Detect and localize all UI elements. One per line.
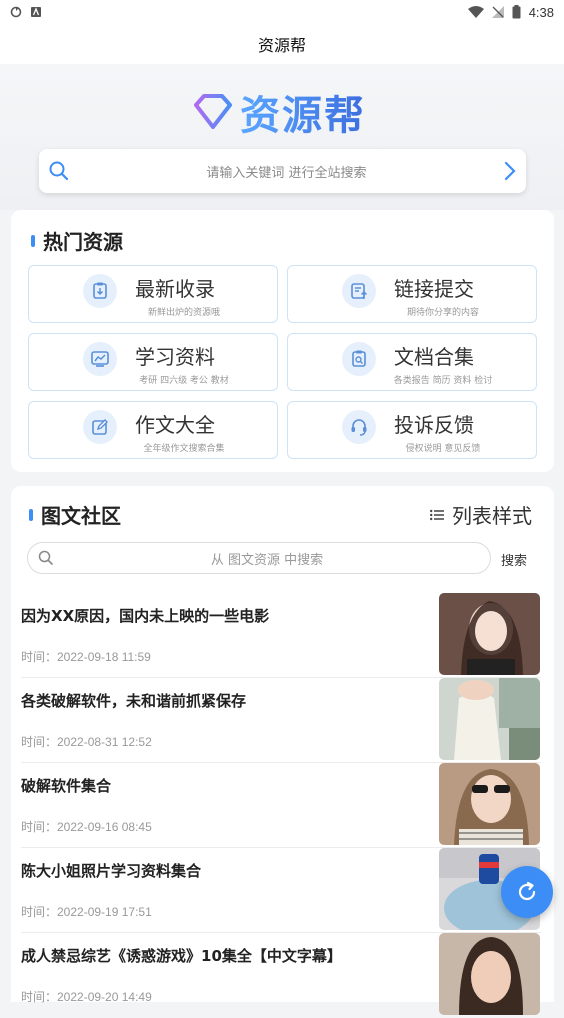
- battery-icon: [512, 5, 521, 19]
- search-input[interactable]: 请输入关键词 进行全站搜索: [69, 162, 504, 181]
- grid-item-study[interactable]: 学习资料 考研 四六级 考公 教材: [28, 333, 278, 391]
- hot-resources-card: 热门资源 最新收录 新鲜出炉的资源哦 链接提交 期待你分享的内容 学习资料 考研…: [11, 210, 554, 472]
- chart-icon: [83, 342, 117, 376]
- logo: 资源帮: [192, 88, 366, 139]
- post-thumbnail: [439, 593, 540, 675]
- refresh-button[interactable]: [501, 866, 553, 918]
- section-title: 热门资源: [43, 230, 123, 254]
- post-title: 陈大小姐照片学习资料集合: [21, 862, 202, 880]
- grid-item-title: 投诉反馈: [394, 413, 474, 437]
- edit-icon: [83, 410, 117, 444]
- post-thumbnail: [439, 763, 540, 845]
- grid-item-subtitle: 考研 四六级 考公 教材: [139, 376, 229, 386]
- post-time: 时间：2022-08-31 12:52: [21, 735, 152, 749]
- grid-item-subtitle: 期待你分享的内容: [406, 308, 479, 318]
- app-bar: 资源帮: [0, 24, 564, 64]
- logo-text: 资源帮: [240, 83, 366, 141]
- grid-item-subtitle: 各类报告 简历 资料 检讨: [393, 376, 493, 386]
- download-doc-icon: [83, 274, 117, 308]
- post-thumbnail: [439, 933, 540, 1015]
- community-card: 图文社区 列表样式 从 图文资源 中搜索 搜索 因为XX原因，国内未上映的一些电…: [11, 486, 554, 1015]
- section-title: 图文社区: [41, 504, 121, 528]
- grid-item-subtitle: 全年级作文搜索合集: [143, 444, 225, 454]
- clock: 4:38: [528, 4, 554, 20]
- grid-item-title: 作文大全: [135, 413, 215, 437]
- grid-item-essays[interactable]: 作文大全 全年级作文搜索合集: [28, 401, 278, 459]
- post-item[interactable]: 各类破解软件，未和谐前抓紧保存 时间：2022-08-31 12:52: [21, 678, 541, 763]
- section-marker: [29, 508, 33, 521]
- list-style-toggle[interactable]: 列表样式: [430, 500, 532, 529]
- post-item[interactable]: 破解软件集合 时间：2022-09-16 08:45: [21, 763, 541, 848]
- post-thumbnail: [439, 678, 540, 760]
- no-signal-icon: [491, 6, 504, 18]
- post-time: 时间：2022-09-19 17:51: [21, 905, 152, 919]
- post-title: 破解软件集合: [21, 777, 112, 795]
- community-search-input[interactable]: 从 图文资源 中搜索: [54, 549, 480, 568]
- section-marker: [31, 234, 35, 247]
- post-item[interactable]: 成人禁忌综艺《诱惑游戏》10集全【中文字幕】 时间：2022-09-20 14:…: [21, 933, 541, 1018]
- hot-resources-header: 热门资源: [31, 226, 123, 255]
- grid-item-subtitle: 新鲜出炉的资源哦: [147, 308, 220, 318]
- grid-item-title: 最新收录: [135, 277, 215, 301]
- diamond-icon: [194, 94, 232, 129]
- search-button[interactable]: 搜索: [501, 550, 527, 569]
- wifi-icon: [467, 6, 484, 18]
- sync-icon: [10, 6, 22, 18]
- post-time: 时间：2022-09-18 11:59: [21, 650, 151, 664]
- global-search-bar[interactable]: 请输入关键词 进行全站搜索: [39, 149, 526, 193]
- grid-item-title: 文档合集: [394, 345, 474, 369]
- grid-item-submit-link[interactable]: 链接提交 期待你分享的内容: [287, 265, 537, 323]
- post-item[interactable]: 陈大小姐照片学习资料集合 时间：2022-09-19 17:51: [21, 848, 541, 933]
- status-bar: 4:38: [0, 0, 564, 24]
- app-title: 资源帮: [257, 36, 306, 55]
- search-icon: [38, 550, 53, 565]
- post-title: 成人禁忌综艺《诱惑游戏》10集全【中文字幕】: [21, 947, 342, 965]
- grid-item-title: 链接提交: [394, 277, 474, 301]
- refresh-icon: [518, 881, 536, 901]
- list-icon: [430, 509, 444, 520]
- grid-item-feedback[interactable]: 投诉反馈 侵权说明 意见反馈: [287, 401, 537, 459]
- post-title: 各类破解软件，未和谐前抓紧保存: [21, 692, 247, 710]
- search-icon: [49, 161, 69, 181]
- grid-item-docs[interactable]: 文档合集 各类报告 简历 资料 检讨: [287, 333, 537, 391]
- chevron-right-icon[interactable]: [504, 161, 516, 181]
- doc-search-icon: [342, 342, 376, 376]
- grid-item-latest[interactable]: 最新收录 新鲜出炉的资源哦: [28, 265, 278, 323]
- post-title: 因为XX原因，国内未上映的一些电影: [21, 607, 270, 625]
- post-time: 时间：2022-09-20 14:49: [21, 990, 152, 1004]
- community-search-bar[interactable]: 从 图文资源 中搜索: [27, 542, 491, 574]
- post-item[interactable]: 因为XX原因，国内未上映的一些电影 时间：2022-09-18 11:59: [21, 593, 541, 678]
- grid-item-title: 学习资料: [135, 345, 215, 369]
- grid-item-subtitle: 侵权说明 意见反馈: [405, 444, 481, 454]
- headset-icon: [342, 410, 376, 444]
- post-time: 时间：2022-09-16 08:45: [21, 820, 152, 834]
- notification-a-icon: [31, 7, 41, 17]
- community-header: 图文社区: [29, 500, 121, 529]
- list-style-label: 列表样式: [452, 504, 532, 528]
- upload-doc-icon: [342, 274, 376, 308]
